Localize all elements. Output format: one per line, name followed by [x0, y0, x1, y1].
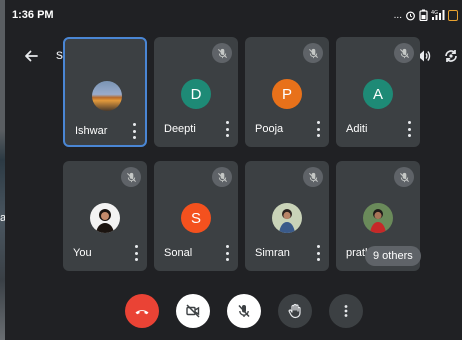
participant-name: Sonal: [164, 247, 193, 259]
more-dots-icon: ...: [393, 9, 402, 21]
participant-initial-avatar: P: [272, 79, 302, 109]
back-button[interactable]: [19, 44, 43, 68]
participant-photo-avatar: [272, 203, 302, 233]
mic-off-button[interactable]: [227, 294, 261, 328]
mic-off-icon: [217, 48, 227, 58]
status-time: 1:36 PM: [12, 9, 54, 21]
camera-off-button[interactable]: [176, 294, 210, 328]
status-icons: ... 4G: [394, 9, 458, 21]
mic-off-icon: [399, 48, 409, 58]
mic-off-icon: [308, 172, 318, 182]
mic-muted-badge: [212, 167, 232, 187]
participant-tile[interactable]: S Sonal: [154, 161, 238, 271]
switch-camera-button[interactable]: [439, 44, 462, 68]
participant-tile[interactable]: Ishwar: [63, 37, 147, 147]
participant-name: Pooja: [255, 123, 284, 135]
mic-muted-badge: [121, 167, 141, 187]
video-off-icon: [186, 304, 200, 318]
participant-name: Aditi: [346, 123, 368, 135]
participant-name: Deepti: [164, 123, 196, 135]
participant-more-button[interactable]: [315, 245, 321, 261]
participant-tile[interactable]: D Deepti: [154, 37, 238, 147]
participant-photo-avatar: [92, 81, 122, 111]
phone-hangup-icon: [135, 310, 149, 315]
participant-tile[interactable]: P Pooja: [245, 37, 329, 147]
participant-tile[interactable]: A Aditi: [336, 37, 420, 147]
participant-name: Ishwar: [75, 125, 108, 137]
battery-saver-icon: [419, 9, 428, 21]
participant-tile[interactable]: You: [63, 161, 147, 271]
mic-muted-badge: [303, 167, 323, 187]
participant-more-button[interactable]: [315, 121, 321, 137]
mic-off-icon: [308, 48, 318, 58]
participant-initial-avatar: D: [181, 79, 211, 109]
more-options-button[interactable]: [329, 294, 363, 328]
mic-off-icon: [399, 172, 409, 182]
end-call-button[interactable]: [125, 294, 159, 328]
person-photo-icon: [96, 209, 114, 233]
battery-icon: [448, 9, 458, 21]
participant-photo-avatar: [363, 203, 393, 233]
mic-off-icon: [126, 172, 136, 182]
mic-off-icon: [217, 172, 227, 182]
arrow-left-icon: [25, 50, 38, 62]
meet-call-screen: 1:36 PM ... 4G stv-fknn-udc ▸ Ishwar D D…: [5, 0, 462, 340]
mic-muted-badge: [394, 43, 414, 63]
participant-name: You: [73, 247, 92, 259]
raise-hand-button[interactable]: [278, 294, 312, 328]
more-vert-icon: [344, 305, 348, 317]
person-photo-icon: [279, 209, 295, 233]
participant-tile[interactable]: Simran: [245, 161, 329, 271]
signal-4g-icon: 4G: [431, 10, 445, 20]
participant-name: Simran: [255, 247, 290, 259]
participant-more-button[interactable]: [406, 121, 412, 137]
mic-muted-badge: [394, 167, 414, 187]
participant-initial-avatar: S: [181, 203, 211, 233]
mic-muted-badge: [303, 43, 323, 63]
participant-more-button[interactable]: [224, 245, 230, 261]
participant-initial-avatar: A: [363, 79, 393, 109]
alarm-icon: [406, 11, 415, 20]
status-bar: 1:36 PM ... 4G: [5, 0, 462, 30]
switch-camera-icon: [445, 50, 457, 62]
participant-more-button[interactable]: [224, 121, 230, 137]
mic-off-icon: [238, 304, 250, 318]
others-count-badge[interactable]: 9 others: [365, 246, 421, 266]
mic-muted-badge: [212, 43, 232, 63]
hand-icon: [288, 303, 301, 319]
participant-more-button[interactable]: [131, 123, 137, 139]
person-photo-icon: [370, 209, 386, 233]
participant-photo-avatar: [90, 203, 120, 233]
participant-more-button[interactable]: [133, 245, 139, 261]
